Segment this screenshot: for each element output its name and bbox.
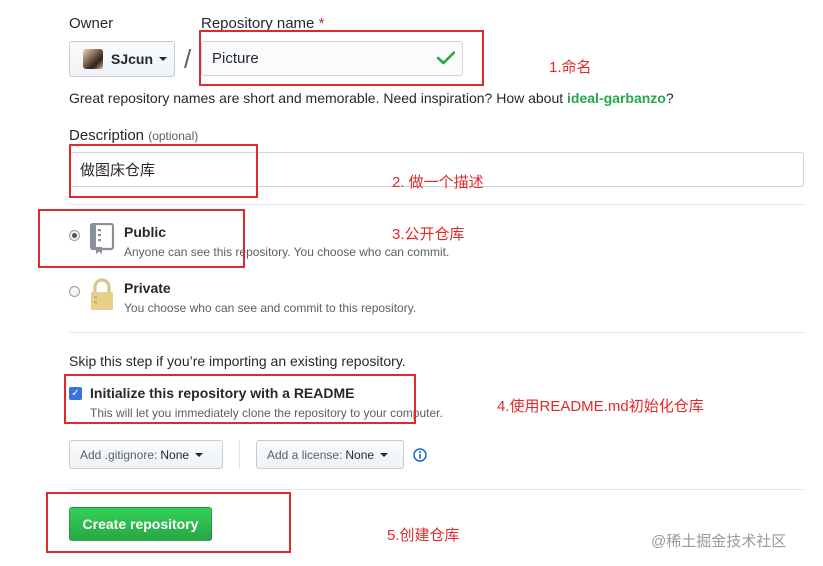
info-icon[interactable] (413, 448, 427, 462)
annotation-box-name (199, 30, 484, 86)
caret-down-icon (159, 57, 168, 61)
annotation-box-readme (64, 374, 416, 424)
gitignore-select-button[interactable]: Add .gitignore: None (69, 440, 223, 469)
divider (69, 204, 804, 205)
owner-repo-separator: / (184, 44, 192, 74)
caret-down-icon (380, 452, 389, 457)
repo-name-hint: Great repository names are short and mem… (69, 90, 674, 106)
optional-tag: (optional) (148, 129, 199, 143)
license-label: Add a license: (267, 447, 343, 462)
license-value: None (345, 447, 375, 462)
divider (69, 489, 804, 490)
annotation-box-description (69, 144, 258, 198)
caret-down-icon (195, 452, 204, 457)
owner-name: SJcun (111, 51, 154, 67)
owner-select-button[interactable]: SJcun (69, 41, 175, 77)
import-note: Skip this step if you’re importing an ex… (69, 353, 406, 369)
private-radio[interactable] (69, 286, 80, 297)
annotation-text-4: 4.使用README.md初始化仓库 (497, 398, 704, 415)
annotation-text-2: 2. 做一个描述 (392, 174, 484, 191)
hint-suffix: ? (665, 90, 674, 106)
name-suggestion-link[interactable]: ideal-garbanzo (567, 90, 666, 106)
watermark: @稀土掘金技术社区 (651, 533, 787, 550)
annotation-text-1: 1.命名 (549, 59, 592, 76)
private-description: You choose who can see and commit to thi… (124, 301, 417, 315)
owner-label: Owner (69, 15, 114, 32)
annotation-text-3: 3.公开仓库 (392, 226, 465, 243)
private-title: Private (124, 280, 171, 296)
divider (69, 332, 804, 333)
annotation-text-5: 5.创建仓库 (387, 527, 460, 544)
gitignore-label: Add .gitignore: (80, 447, 158, 462)
vertical-divider (239, 440, 240, 469)
description-label: Description (optional) (69, 127, 198, 144)
lock-icon (91, 278, 113, 310)
annotation-box-public (38, 209, 245, 268)
avatar (83, 49, 103, 69)
hint-text: Great repository names are short and mem… (69, 90, 568, 106)
description-label-text: Description (69, 127, 145, 144)
license-select-button[interactable]: Add a license: None (256, 440, 404, 469)
annotation-box-create (46, 492, 291, 553)
gitignore-value: None (160, 447, 190, 462)
